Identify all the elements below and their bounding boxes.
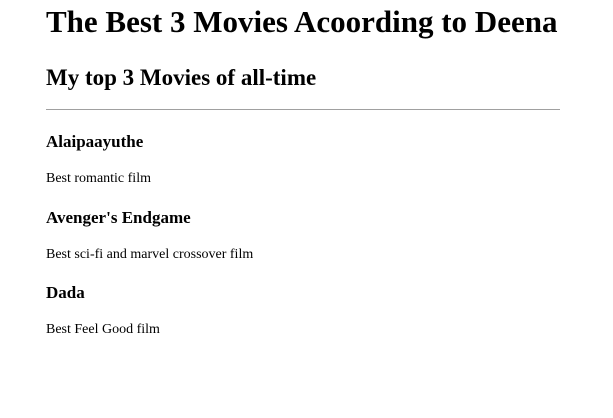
- movie-description: Best sci-fi and marvel crossover film: [46, 247, 254, 262]
- divider: [46, 109, 560, 110]
- page-title: The Best 3 Movies Acoording to Deena: [46, 4, 558, 39]
- movie-description: Best romantic film: [46, 171, 151, 186]
- page-subtitle: My top 3 Movies of all-time: [46, 65, 317, 90]
- movie-title: Alaipaayuthe: [46, 132, 144, 151]
- movie-item-alaipaayuthe: Alaipaayuthe Best romantic film: [46, 132, 560, 187]
- movie-description: Best Feel Good film: [46, 322, 160, 337]
- movie-title: Dada: [46, 283, 85, 302]
- movie-title: Avenger's Endgame: [46, 208, 191, 227]
- movie-item-dada: Dada Best Feel Good film: [46, 283, 560, 338]
- movie-item-avengers-endgame: Avenger's Endgame Best sci-fi and marvel…: [46, 208, 560, 263]
- page-content: The Best 3 Movies Acoording to Deena My …: [46, 0, 560, 338]
